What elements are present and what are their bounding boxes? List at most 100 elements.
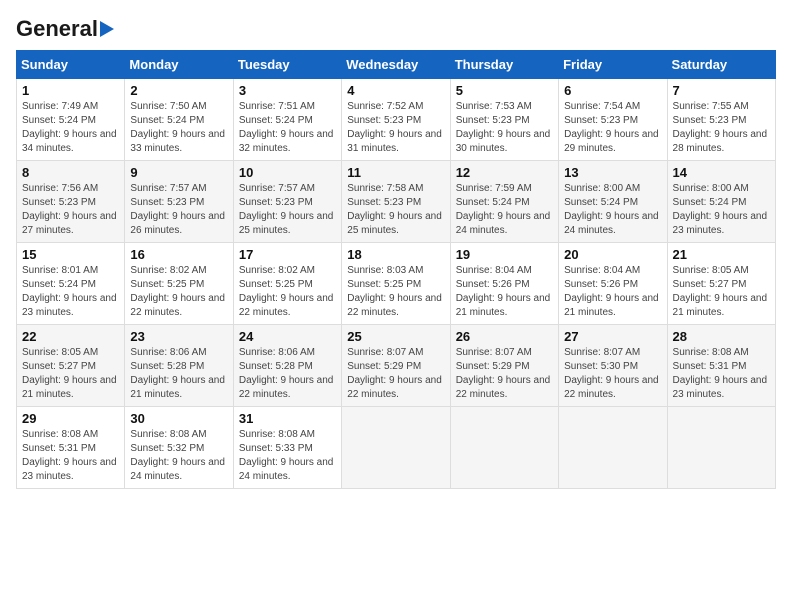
calendar-cell: 11 Sunrise: 7:58 AMSunset: 5:23 PMDaylig… (342, 161, 450, 243)
week-row-3: 15 Sunrise: 8:01 AMSunset: 5:24 PMDaylig… (17, 243, 776, 325)
day-info: Sunrise: 8:06 AMSunset: 5:28 PMDaylight:… (130, 347, 225, 400)
day-info: Sunrise: 8:05 AMSunset: 5:27 PMDaylight:… (673, 265, 768, 318)
day-info: Sunrise: 8:02 AMSunset: 5:25 PMDaylight:… (130, 265, 225, 318)
day-number: 11 (347, 165, 444, 180)
day-number: 19 (456, 247, 553, 262)
calendar-cell: 5 Sunrise: 7:53 AMSunset: 5:23 PMDayligh… (450, 79, 558, 161)
header-wednesday: Wednesday (342, 51, 450, 79)
calendar-cell: 2 Sunrise: 7:50 AMSunset: 5:24 PMDayligh… (125, 79, 233, 161)
calendar-header-row: SundayMondayTuesdayWednesdayThursdayFrid… (17, 51, 776, 79)
day-number: 31 (239, 411, 336, 426)
calendar-cell: 7 Sunrise: 7:55 AMSunset: 5:23 PMDayligh… (667, 79, 775, 161)
calendar-cell: 23 Sunrise: 8:06 AMSunset: 5:28 PMDaylig… (125, 325, 233, 407)
header-friday: Friday (559, 51, 667, 79)
day-number: 14 (673, 165, 770, 180)
day-info: Sunrise: 7:58 AMSunset: 5:23 PMDaylight:… (347, 183, 442, 236)
day-info: Sunrise: 8:00 AMSunset: 5:24 PMDaylight:… (564, 183, 659, 236)
calendar-cell: 9 Sunrise: 7:57 AMSunset: 5:23 PMDayligh… (125, 161, 233, 243)
day-info: Sunrise: 8:03 AMSunset: 5:25 PMDaylight:… (347, 265, 442, 318)
calendar-cell (559, 407, 667, 489)
logo-text: General (16, 16, 98, 42)
day-info: Sunrise: 8:00 AMSunset: 5:24 PMDaylight:… (673, 183, 768, 236)
day-info: Sunrise: 8:08 AMSunset: 5:31 PMDaylight:… (22, 429, 117, 482)
day-number: 10 (239, 165, 336, 180)
calendar-cell: 16 Sunrise: 8:02 AMSunset: 5:25 PMDaylig… (125, 243, 233, 325)
day-number: 22 (22, 329, 119, 344)
calendar-cell: 17 Sunrise: 8:02 AMSunset: 5:25 PMDaylig… (233, 243, 341, 325)
day-number: 9 (130, 165, 227, 180)
day-info: Sunrise: 8:08 AMSunset: 5:32 PMDaylight:… (130, 429, 225, 482)
header-thursday: Thursday (450, 51, 558, 79)
day-info: Sunrise: 7:57 AMSunset: 5:23 PMDaylight:… (130, 183, 225, 236)
day-number: 29 (22, 411, 119, 426)
calendar-cell: 12 Sunrise: 7:59 AMSunset: 5:24 PMDaylig… (450, 161, 558, 243)
day-number: 4 (347, 83, 444, 98)
calendar-cell: 20 Sunrise: 8:04 AMSunset: 5:26 PMDaylig… (559, 243, 667, 325)
day-number: 21 (673, 247, 770, 262)
calendar-cell: 1 Sunrise: 7:49 AMSunset: 5:24 PMDayligh… (17, 79, 125, 161)
header-monday: Monday (125, 51, 233, 79)
calendar-cell: 22 Sunrise: 8:05 AMSunset: 5:27 PMDaylig… (17, 325, 125, 407)
calendar-cell: 6 Sunrise: 7:54 AMSunset: 5:23 PMDayligh… (559, 79, 667, 161)
calendar-cell: 30 Sunrise: 8:08 AMSunset: 5:32 PMDaylig… (125, 407, 233, 489)
week-row-5: 29 Sunrise: 8:08 AMSunset: 5:31 PMDaylig… (17, 407, 776, 489)
calendar-cell: 27 Sunrise: 8:07 AMSunset: 5:30 PMDaylig… (559, 325, 667, 407)
calendar-cell: 19 Sunrise: 8:04 AMSunset: 5:26 PMDaylig… (450, 243, 558, 325)
calendar-cell (342, 407, 450, 489)
day-info: Sunrise: 8:02 AMSunset: 5:25 PMDaylight:… (239, 265, 334, 318)
day-info: Sunrise: 8:04 AMSunset: 5:26 PMDaylight:… (564, 265, 659, 318)
calendar-cell: 4 Sunrise: 7:52 AMSunset: 5:23 PMDayligh… (342, 79, 450, 161)
day-info: Sunrise: 7:56 AMSunset: 5:23 PMDaylight:… (22, 183, 117, 236)
day-number: 7 (673, 83, 770, 98)
day-info: Sunrise: 7:51 AMSunset: 5:24 PMDaylight:… (239, 101, 334, 154)
calendar-cell: 31 Sunrise: 8:08 AMSunset: 5:33 PMDaylig… (233, 407, 341, 489)
day-info: Sunrise: 8:07 AMSunset: 5:29 PMDaylight:… (347, 347, 442, 400)
day-number: 27 (564, 329, 661, 344)
day-number: 30 (130, 411, 227, 426)
day-info: Sunrise: 8:04 AMSunset: 5:26 PMDaylight:… (456, 265, 551, 318)
day-info: Sunrise: 8:05 AMSunset: 5:27 PMDaylight:… (22, 347, 117, 400)
day-number: 20 (564, 247, 661, 262)
day-number: 28 (673, 329, 770, 344)
day-number: 17 (239, 247, 336, 262)
calendar-cell (450, 407, 558, 489)
calendar-cell: 14 Sunrise: 8:00 AMSunset: 5:24 PMDaylig… (667, 161, 775, 243)
calendar-table: SundayMondayTuesdayWednesdayThursdayFrid… (16, 50, 776, 489)
day-number: 25 (347, 329, 444, 344)
week-row-1: 1 Sunrise: 7:49 AMSunset: 5:24 PMDayligh… (17, 79, 776, 161)
day-number: 23 (130, 329, 227, 344)
day-number: 2 (130, 83, 227, 98)
header-tuesday: Tuesday (233, 51, 341, 79)
day-info: Sunrise: 7:49 AMSunset: 5:24 PMDaylight:… (22, 101, 117, 154)
day-info: Sunrise: 8:07 AMSunset: 5:29 PMDaylight:… (456, 347, 551, 400)
day-info: Sunrise: 7:55 AMSunset: 5:23 PMDaylight:… (673, 101, 768, 154)
calendar-cell: 24 Sunrise: 8:06 AMSunset: 5:28 PMDaylig… (233, 325, 341, 407)
day-info: Sunrise: 8:07 AMSunset: 5:30 PMDaylight:… (564, 347, 659, 400)
logo-arrow-icon (100, 21, 114, 37)
day-info: Sunrise: 7:52 AMSunset: 5:23 PMDaylight:… (347, 101, 442, 154)
day-number: 6 (564, 83, 661, 98)
header-sunday: Sunday (17, 51, 125, 79)
calendar-cell: 26 Sunrise: 8:07 AMSunset: 5:29 PMDaylig… (450, 325, 558, 407)
calendar-cell (667, 407, 775, 489)
week-row-4: 22 Sunrise: 8:05 AMSunset: 5:27 PMDaylig… (17, 325, 776, 407)
day-number: 12 (456, 165, 553, 180)
day-number: 8 (22, 165, 119, 180)
day-info: Sunrise: 8:08 AMSunset: 5:31 PMDaylight:… (673, 347, 768, 400)
day-info: Sunrise: 8:01 AMSunset: 5:24 PMDaylight:… (22, 265, 117, 318)
day-info: Sunrise: 7:54 AMSunset: 5:23 PMDaylight:… (564, 101, 659, 154)
calendar-cell: 13 Sunrise: 8:00 AMSunset: 5:24 PMDaylig… (559, 161, 667, 243)
week-row-2: 8 Sunrise: 7:56 AMSunset: 5:23 PMDayligh… (17, 161, 776, 243)
day-number: 15 (22, 247, 119, 262)
day-number: 24 (239, 329, 336, 344)
day-info: Sunrise: 7:57 AMSunset: 5:23 PMDaylight:… (239, 183, 334, 236)
calendar-cell: 29 Sunrise: 8:08 AMSunset: 5:31 PMDaylig… (17, 407, 125, 489)
header-saturday: Saturday (667, 51, 775, 79)
day-info: Sunrise: 7:53 AMSunset: 5:23 PMDaylight:… (456, 101, 551, 154)
day-info: Sunrise: 8:08 AMSunset: 5:33 PMDaylight:… (239, 429, 334, 482)
day-number: 1 (22, 83, 119, 98)
logo: General (16, 16, 114, 42)
day-number: 3 (239, 83, 336, 98)
calendar-cell: 28 Sunrise: 8:08 AMSunset: 5:31 PMDaylig… (667, 325, 775, 407)
page-header: General (16, 16, 776, 42)
